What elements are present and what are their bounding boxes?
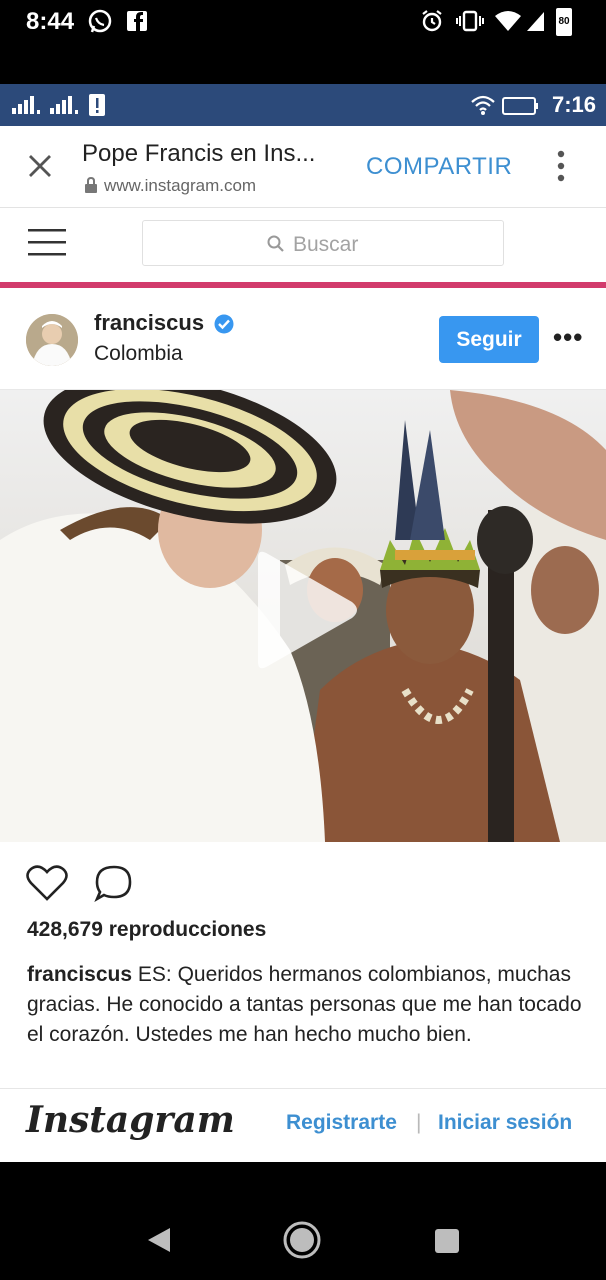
recents-icon[interactable] [434, 1228, 460, 1254]
post-username[interactable]: franciscus [94, 310, 204, 336]
hamburger-menu-icon[interactable] [28, 228, 66, 258]
wifi-icon [495, 11, 521, 31]
alarm-icon [422, 10, 442, 32]
view-count: 428,679 reproducciones [27, 918, 267, 941]
caption-username[interactable]: franciscus [27, 963, 132, 986]
battery-icon [502, 97, 538, 115]
search-placeholder: Buscar [293, 233, 359, 256]
browser-tab-header: Pope Francis en Ins... www.instagram.com… [0, 126, 606, 208]
search-input[interactable]: Buscar [142, 220, 504, 266]
page-title: Pope Francis en Ins... [82, 140, 316, 167]
outer-status-bar: 8:44 80 [0, 0, 606, 84]
search-icon [267, 235, 284, 252]
search-row: Buscar [0, 208, 606, 282]
alert-icon [89, 94, 105, 116]
signal-icon [50, 96, 78, 114]
signal-icon [527, 12, 544, 31]
share-button[interactable]: COMPARTIR [366, 153, 512, 181]
post-location[interactable]: Colombia [94, 342, 183, 366]
instagram-footer-bar: Instagram Registrarte | Iniciar sesión [0, 1088, 606, 1162]
register-link[interactable]: Registrarte [286, 1111, 397, 1135]
back-icon[interactable] [146, 1226, 172, 1254]
post-body: 428,679 reproducciones franciscus ES: Qu… [0, 842, 606, 1088]
post-header: franciscus Colombia Seguir ••• [0, 288, 606, 390]
overflow-menu-icon[interactable] [556, 150, 566, 182]
page-url: www.instagram.com [104, 176, 257, 195]
avatar[interactable] [26, 314, 78, 366]
separator: | [416, 1111, 422, 1134]
more-options-icon[interactable]: ••• [553, 322, 583, 353]
home-icon[interactable] [282, 1220, 322, 1260]
verified-badge-icon [214, 314, 234, 334]
heart-icon[interactable] [26, 864, 68, 902]
post-video[interactable] [0, 390, 606, 842]
comment-icon[interactable] [94, 864, 134, 902]
whatsapp-icon [88, 9, 112, 33]
login-link[interactable]: Iniciar sesión [438, 1111, 572, 1135]
instagram-logo[interactable]: Instagram [26, 1099, 235, 1141]
vibrate-icon [456, 10, 484, 32]
navigation-bar [0, 1162, 606, 1280]
close-icon[interactable] [28, 154, 52, 178]
follow-button[interactable]: Seguir [439, 316, 539, 363]
status-time: 8:44 [26, 8, 75, 35]
post-caption: franciscus ES: Queridos hermanos colombi… [27, 960, 587, 1050]
signal-icon [12, 96, 40, 114]
wifi-icon [471, 95, 495, 115]
lock-icon [85, 177, 97, 193]
inner-status-time: 7:16 [551, 92, 596, 117]
video-thumbnail [0, 390, 606, 842]
facebook-icon [127, 11, 147, 31]
battery-icon: 80 [556, 8, 572, 36]
inner-status-bar: 7:16 [0, 84, 606, 126]
battery-level: 80 [558, 16, 570, 27]
